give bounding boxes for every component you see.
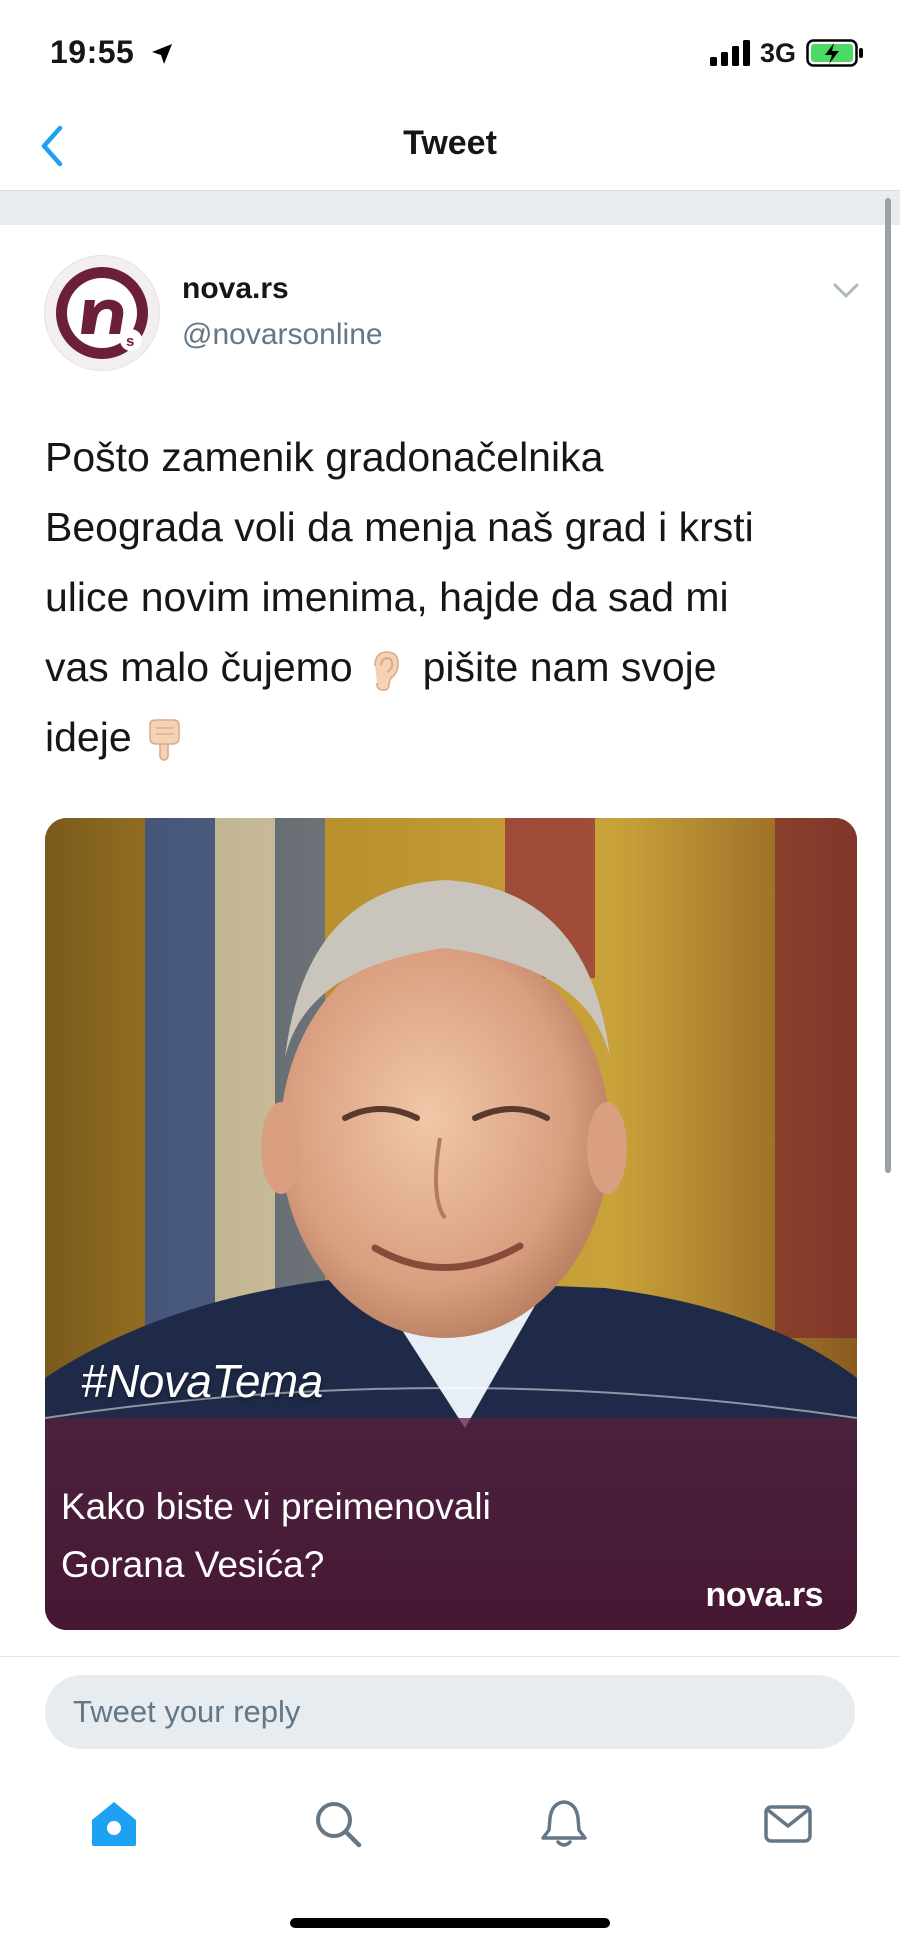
header-divider (0, 190, 900, 225)
tab-messages[interactable] (762, 1798, 818, 1854)
nova-logo-icon: s (56, 267, 148, 359)
tab-home[interactable] (88, 1798, 144, 1854)
pointing-down-emoji-icon (148, 719, 180, 761)
network-type-label: 3G (760, 38, 797, 68)
author-handle[interactable]: @novarsonline (182, 318, 383, 352)
home-icon (92, 1802, 136, 1846)
notifications-bell-icon (541, 1800, 587, 1847)
tweet-text-line-5: ideje (45, 702, 865, 772)
tab-notifications[interactable] (538, 1798, 594, 1854)
search-icon (316, 1802, 362, 1848)
tweet-text-line: ulice novim imenima, hajde da sad mi (45, 574, 729, 620)
chevron-down-icon[interactable] (832, 282, 860, 300)
tweet-text-line-4: vas malo čujemo pišite nam svoje (45, 632, 865, 702)
media-caption: Kako biste vi preimenovali Gorana Vesića… (61, 1478, 491, 1594)
home-indicator[interactable] (290, 1918, 610, 1928)
location-arrow-icon (152, 44, 172, 64)
tweet-media-image[interactable]: #NovaTema Kako biste vi preimenovali Gor… (45, 818, 857, 1630)
status-bar: 19:55 3G (0, 0, 900, 104)
battery-charging-icon (806, 39, 863, 67)
tab-bar (0, 1772, 900, 1882)
page-title: Tweet (403, 124, 497, 162)
messages-envelope-icon (764, 1805, 812, 1843)
media-hashtag: #NovaTema (81, 1355, 323, 1407)
scrollbar[interactable] (885, 198, 891, 1173)
tweet-text-segment: ideje (45, 714, 132, 760)
author-name[interactable]: nova.rs (182, 272, 289, 306)
media-caption-line: Gorana Vesića? (61, 1544, 325, 1585)
navigation-bar: Tweet (0, 104, 900, 188)
tweet-text-line: Pošto zamenik gradonačelnika (45, 434, 604, 480)
reply-divider (0, 1656, 900, 1657)
media-brand-watermark: nova.rs (705, 1576, 824, 1614)
tweet-text-line: Beograda voli da menja naš grad i krsti (45, 504, 754, 550)
tweet-text-segment: pišite nam svoje (422, 644, 717, 690)
reply-input[interactable] (45, 1675, 855, 1749)
status-time: 19:55 (50, 34, 135, 70)
signal-bars-icon (710, 40, 750, 66)
tweet-text-segment: vas malo čujemo (45, 644, 353, 690)
tweet-text: Pošto zamenik gradonačelnika Beograda vo… (45, 422, 865, 772)
avatar[interactable]: s (45, 256, 159, 370)
ear-emoji-icon (373, 651, 399, 692)
tab-search[interactable] (312, 1798, 368, 1854)
media-caption-line: Kako biste vi preimenovali (61, 1486, 491, 1527)
svg-text:s: s (126, 333, 134, 350)
